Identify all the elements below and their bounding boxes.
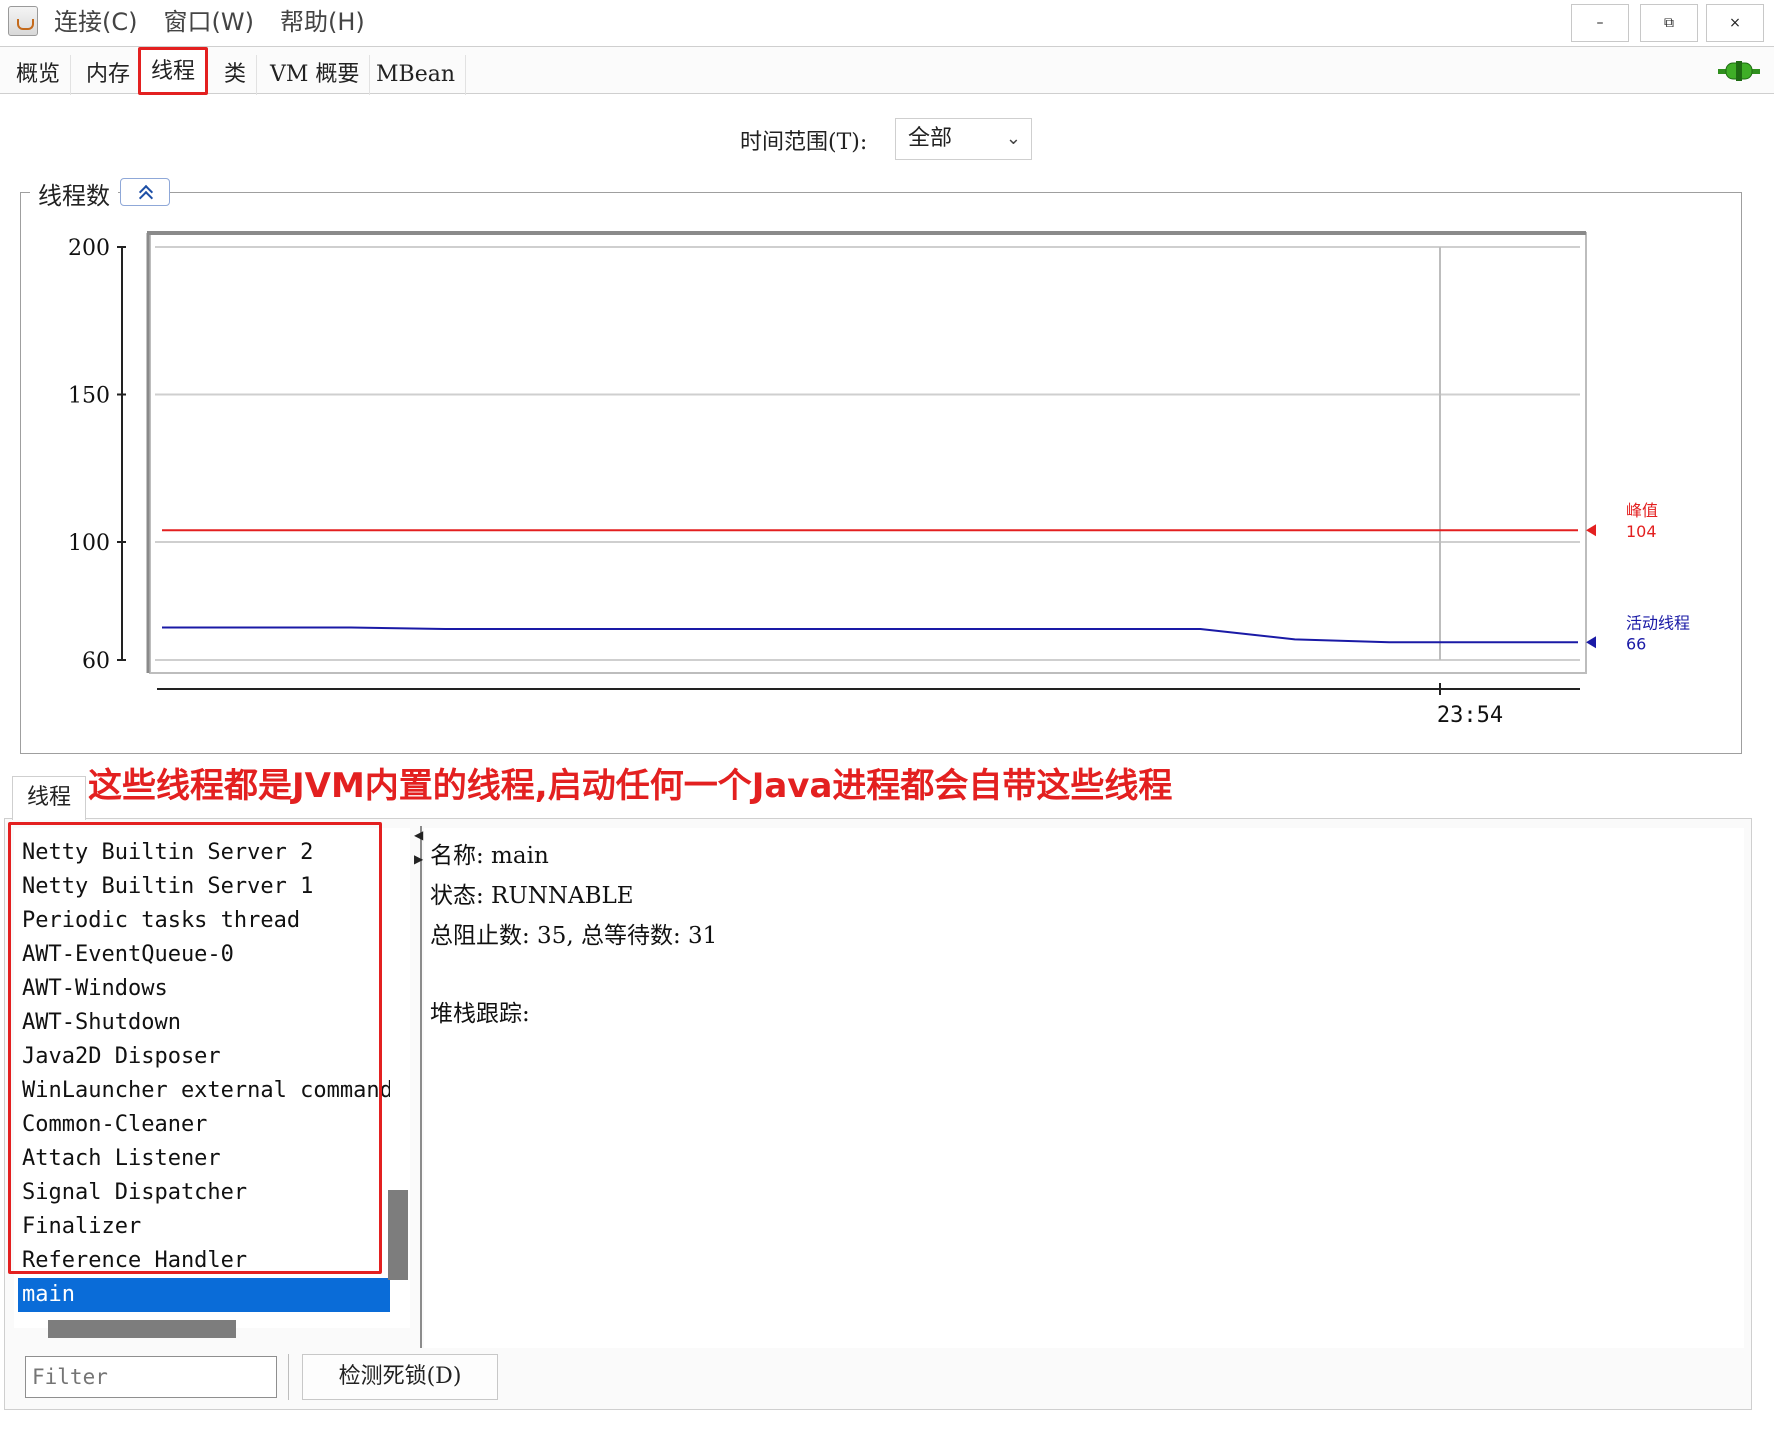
- series-legend-value: 104: [1626, 522, 1657, 541]
- thread-count-chart: 60 100 150 200 23:54 峰值 104 活动线程 66: [68, 231, 1690, 728]
- y-tick-label: 60: [82, 649, 110, 674]
- separator: [288, 1354, 289, 1400]
- series-marker: [1586, 524, 1596, 537]
- detect-deadlock-button[interactable]: 检测死锁(D): [302, 1354, 498, 1400]
- annotation-highlight-box: [8, 822, 382, 1274]
- thread-state: 状态: RUNNABLE: [430, 883, 634, 909]
- horizontal-scrollbar[interactable]: [48, 1320, 236, 1338]
- series-marker: [1586, 636, 1596, 649]
- arrow-left-icon[interactable]: ◀: [414, 828, 423, 842]
- annotation-text: 这些线程都是JVM内置的线程,启动任何一个Java进程都会自带这些线程: [88, 766, 1173, 806]
- plot-area: [149, 232, 1587, 674]
- thread-filter-input[interactable]: [25, 1356, 277, 1398]
- y-tick-label: 100: [68, 531, 110, 556]
- x-tick-label: 23:54: [1437, 703, 1503, 728]
- tab-thread-list[interactable]: 线程: [12, 776, 86, 820]
- stack-trace-label: 堆栈跟踪:: [430, 1001, 530, 1027]
- series-legend-name: 峰值: [1626, 501, 1658, 520]
- y-tick-label: 150: [68, 384, 110, 409]
- series-legend-value: 66: [1626, 634, 1646, 653]
- y-tick-label: 200: [68, 236, 110, 261]
- series-legend-name: 活动线程: [1626, 613, 1690, 632]
- split-pane-divider[interactable]: [420, 826, 422, 1348]
- thread-list-item[interactable]: main: [18, 1278, 390, 1312]
- thread-name: 名称: main: [430, 843, 549, 869]
- arrow-right-icon[interactable]: ▶: [414, 852, 423, 866]
- thread-block-wait-counts: 总阻止数: 35, 总等待数: 31: [430, 923, 718, 949]
- vertical-scrollbar[interactable]: [388, 1190, 408, 1280]
